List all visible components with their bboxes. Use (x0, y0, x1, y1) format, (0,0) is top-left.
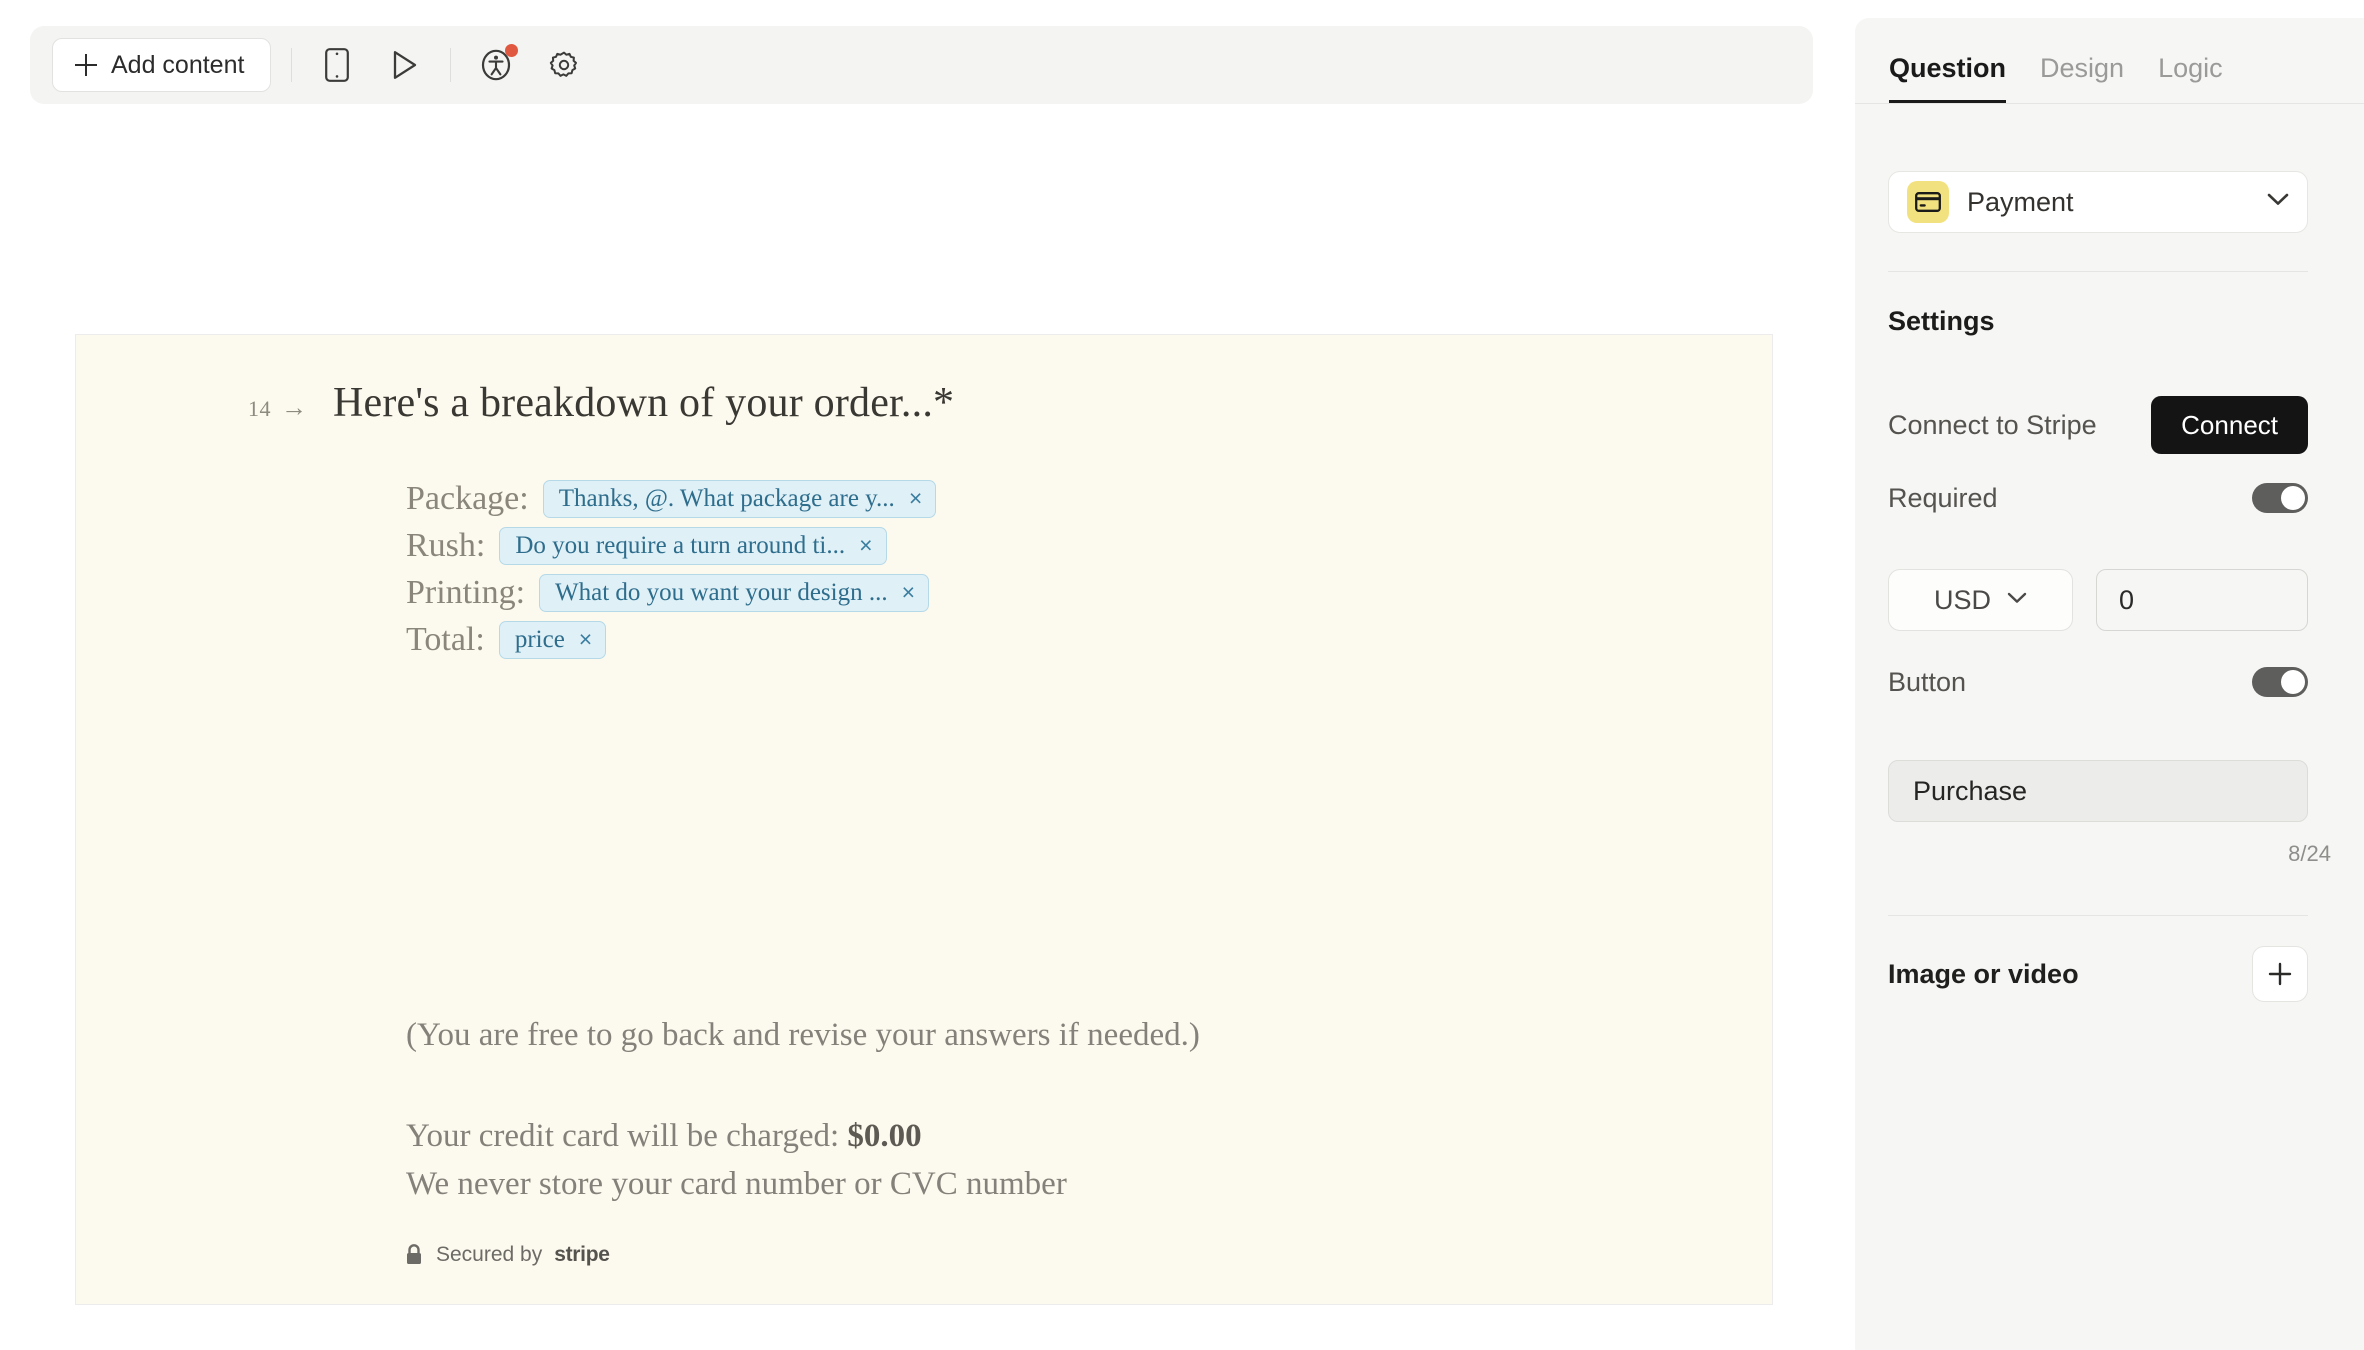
variable-tag-text: Do you require a turn around ti... (515, 531, 846, 559)
payment-card-icon (1907, 181, 1949, 223)
charge-line: Your credit card will be charged: $0.00 (406, 1118, 922, 1155)
variable-tag-text: Thanks, @. What package are y... (558, 484, 895, 512)
variable-tag-text: What do you want your design ... (555, 578, 888, 606)
cvc-note: We never store your card number or CVC n… (406, 1166, 1067, 1202)
plus-icon (75, 54, 97, 76)
charge-prefix: Your credit card will be charged: (406, 1118, 848, 1154)
top-toolbar: Add content (30, 26, 1813, 104)
sidebar-divider-1 (1888, 271, 2308, 272)
variable-tag[interactable]: price × (498, 620, 607, 659)
currency-select[interactable]: USD (1888, 569, 2073, 631)
toolbar-divider-1 (291, 48, 293, 82)
mobile-preview-icon[interactable] (312, 40, 362, 90)
connect-stripe-button[interactable]: Connect (2151, 396, 2308, 454)
accessibility-icon[interactable] (471, 40, 521, 90)
sidebar-divider-2 (1888, 915, 2308, 916)
button-label: Button (1888, 666, 1967, 697)
form-preview-canvas: 14 → Here's a breakdown of your order...… (75, 334, 1773, 1305)
play-icon (394, 51, 417, 79)
variable-tag[interactable]: Do you require a turn around ti... × (499, 526, 887, 565)
variable-label: Package: (406, 479, 529, 517)
toggle-knob (2281, 486, 2305, 510)
add-media-button[interactable] (2252, 946, 2308, 1002)
variable-label: Rush: (406, 526, 486, 564)
image-or-video-label: Image or video (1888, 958, 2079, 989)
variable-tag[interactable]: What do you want your design ... × (539, 573, 930, 612)
tab-logic[interactable]: Logic (2158, 53, 2223, 104)
question-type-select[interactable]: Payment (1888, 171, 2308, 233)
remove-tag-icon[interactable]: × (859, 534, 872, 557)
button-toggle[interactable] (2252, 667, 2308, 697)
remove-tag-icon[interactable]: × (909, 487, 922, 510)
image-or-video-row: Image or video (1888, 946, 2308, 1002)
variable-row: Rush: Do you require a turn around ti...… (406, 522, 936, 569)
add-content-button[interactable]: Add content (52, 38, 272, 92)
credit-card-glyph-icon (1915, 192, 1941, 212)
connect-stripe-row: Connect to Stripe Connect (1888, 396, 2308, 454)
notification-badge (505, 44, 519, 57)
connect-stripe-label: Connect to Stripe (1888, 409, 2097, 440)
app-root: Add content 14 → Here's a breakdown of y… (0, 0, 2364, 1350)
variable-label: Printing: (406, 573, 526, 611)
chevron-down-icon (2267, 193, 2289, 211)
toolbar-divider-2 (450, 48, 452, 82)
play-preview-icon[interactable] (380, 40, 430, 90)
device-icon (325, 48, 350, 82)
remove-tag-icon[interactable]: × (902, 581, 915, 604)
required-row: Required (1888, 481, 2308, 515)
sidebar-tabs: Question Design Logic (1855, 18, 2364, 104)
variable-tag[interactable]: Thanks, @. What package are y... × (542, 479, 937, 518)
lock-icon (407, 1244, 421, 1264)
button-toggle-row: Button (1888, 665, 2308, 699)
secured-by-stripe: Secured by stripe (404, 1243, 610, 1267)
variable-label: Total: (406, 620, 485, 658)
variable-rows: Package: Thanks, @. What package are y..… (406, 475, 937, 663)
arrow-icon: → (281, 393, 307, 422)
secured-label: Secured by (436, 1243, 543, 1266)
variable-row: Total: price × (406, 616, 936, 663)
tab-question[interactable]: Question (1889, 53, 2007, 104)
tabs-bottom-border (1855, 103, 2364, 104)
remove-tag-icon[interactable]: × (579, 628, 592, 651)
chevron-down-icon (2007, 591, 2027, 609)
right-sidebar: Question Design Logic Payment Settings C… (1855, 18, 2364, 1350)
required-label: Required (1888, 482, 1998, 513)
question-title[interactable]: Here's a breakdown of your order...* (333, 379, 954, 427)
variable-row: Package: Thanks, @. What package are y..… (406, 475, 937, 522)
toggle-knob (2281, 670, 2305, 694)
character-counter: 8/24 (2288, 841, 2331, 866)
plus-icon (2268, 962, 2292, 986)
gear-icon (550, 51, 578, 77)
variable-row: Printing: What do you want your design .… (406, 569, 936, 616)
tab-design[interactable]: Design (2040, 53, 2124, 104)
settings-title: Settings (1888, 306, 1995, 336)
required-toggle[interactable] (2252, 483, 2308, 513)
charge-amount: $0.00 (847, 1118, 922, 1154)
revise-note: (You are free to go back and revise your… (406, 1017, 1200, 1053)
add-content-label: Add content (111, 50, 245, 79)
settings-gear-icon[interactable] (539, 40, 589, 90)
currency-label: USD (1933, 584, 1991, 615)
question-header: 14 → Here's a breakdown of your order...… (248, 379, 954, 427)
button-text-input[interactable] (1888, 760, 2308, 822)
stripe-wordmark: stripe (554, 1243, 610, 1266)
question-number: 14 (248, 396, 271, 421)
question-type-label: Payment (1967, 186, 2074, 217)
variable-tag-text: price (514, 625, 565, 653)
amount-input[interactable] (2096, 569, 2308, 631)
